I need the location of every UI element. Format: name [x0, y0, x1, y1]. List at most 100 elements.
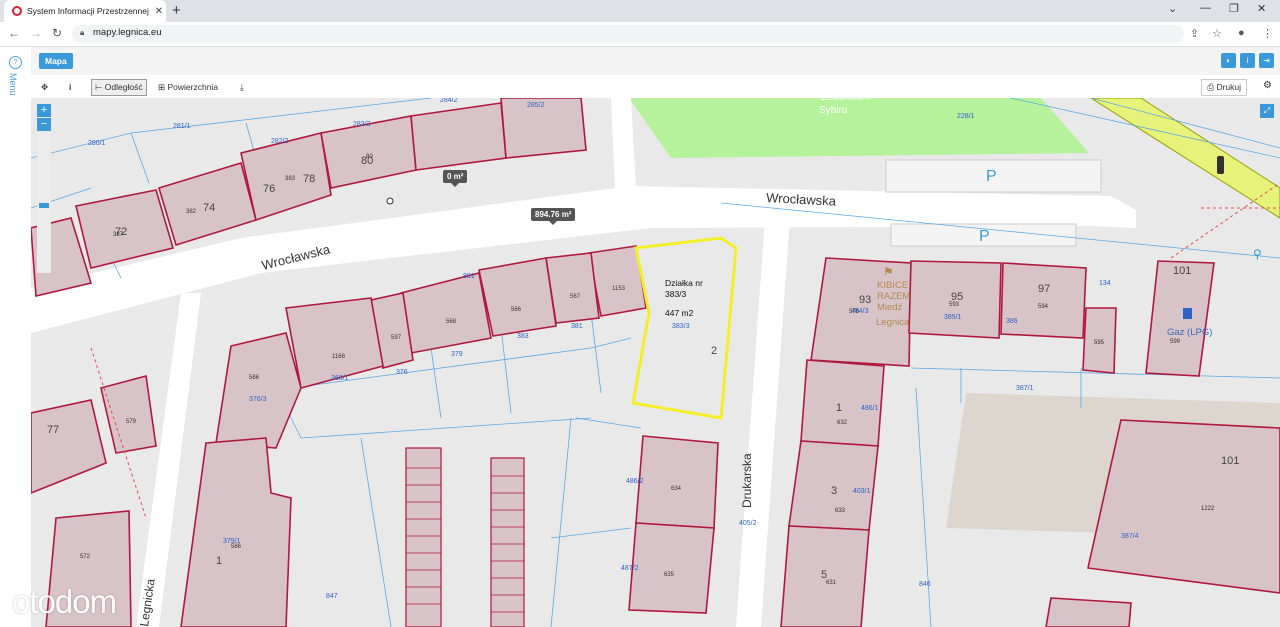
minimize-icon[interactable]: —	[1200, 2, 1211, 14]
building-id: 586	[231, 544, 242, 550]
building	[180, 437, 292, 627]
building	[628, 522, 715, 614]
left-menu-rail: ? Menu	[0, 47, 32, 627]
map-canvas[interactable]: Wrocławska Wrocławska Drukarska Legnicka…	[31, 98, 1280, 627]
close-window-icon[interactable]: ✕	[1257, 2, 1266, 15]
parcel-number: 281/1	[173, 123, 191, 130]
menu-label[interactable]: Menu	[8, 73, 18, 96]
building	[400, 272, 492, 354]
zoom-out-button[interactable]: −	[37, 118, 51, 131]
area-tool-button[interactable]: ⊞ Powierzchnia	[154, 79, 222, 96]
bookmark-star-icon[interactable]: ☆	[1212, 27, 1222, 40]
address-number: 1	[216, 555, 222, 567]
fullscreen-icon[interactable]: ⤢	[1260, 104, 1274, 118]
zoom-slider-handle[interactable]	[39, 203, 49, 208]
distance-tool-button[interactable]: ⊢ Odległość	[91, 79, 147, 96]
parcel-number: 376	[396, 369, 408, 376]
gas-station-icon	[1183, 308, 1192, 319]
tab-search-chevron-icon[interactable]: ⌄	[1168, 2, 1177, 15]
ruler-icon: ⊢	[95, 82, 105, 92]
parcel-number: 405/2	[739, 520, 757, 527]
road-north-branch	[611, 98, 636, 190]
building-id: 634	[671, 486, 682, 492]
parcel-number: 383	[517, 333, 529, 340]
address-number: 2	[711, 345, 717, 357]
parcel-number: 280/1	[88, 140, 106, 147]
building	[478, 257, 557, 337]
settings-gear-icon[interactable]: ⚙	[1263, 80, 1272, 91]
layers-icon[interactable]: ◐	[1221, 53, 1236, 68]
measure-point[interactable]	[386, 197, 394, 205]
parking-label-1: P	[986, 168, 997, 185]
parcel-number: 486/1	[861, 405, 879, 412]
help-icon[interactable]: ?	[9, 56, 22, 69]
login-icon[interactable]: ⇥	[1259, 53, 1274, 68]
measure-tooltip-area: 894.76 m²	[531, 208, 576, 225]
building-id: 579	[126, 419, 137, 425]
profile-avatar-icon[interactable]: ●	[1238, 27, 1245, 39]
address-number: 93	[859, 294, 871, 306]
mapa-button[interactable]: Mapa	[39, 53, 73, 69]
garage-row-2	[490, 457, 525, 627]
building-id: 1166	[332, 354, 346, 360]
identify-icon[interactable]: i	[65, 79, 75, 96]
map-toolbar: ✥ i ⊢ Odległość ⊞ Powierzchnia ⤓ ⎙ Druku…	[31, 75, 1280, 99]
address-number: 77	[47, 424, 59, 436]
building-id: 597	[391, 335, 402, 341]
building-id: 594	[1038, 304, 1049, 310]
building-id: 1222	[1201, 506, 1215, 512]
building-id: 387	[113, 232, 124, 238]
parcel-number: 847	[326, 593, 338, 600]
zoom-in-button[interactable]: +	[37, 104, 51, 117]
park-area	[629, 98, 1089, 158]
building-id: 567	[570, 294, 581, 300]
parcel-number: 387/1	[1016, 385, 1034, 392]
street-label-drukarska: Drukarska	[740, 453, 754, 508]
bicycle-icon: ⚲	[1253, 247, 1262, 261]
info-panel-icon[interactable]: i	[1240, 53, 1255, 68]
building-id: 593	[949, 302, 960, 308]
building	[100, 374, 157, 454]
plot-info-area: 447 m2	[665, 308, 694, 318]
back-icon[interactable]: ←	[8, 26, 20, 40]
omnibox[interactable]	[72, 25, 1184, 43]
address-number: 76	[263, 183, 275, 195]
road-drukarska	[736, 203, 791, 627]
tab-title: System Informacji Przestrzennej	[27, 6, 149, 16]
download-icon[interactable]: ⤓	[236, 79, 248, 96]
watermark-logo: otodom	[12, 583, 117, 620]
app-topbar: Mapa ◐ i ⇥	[31, 47, 1280, 76]
print-button[interactable]: ⎙ Drukuj	[1201, 79, 1247, 96]
reload-icon[interactable]: ↻	[52, 26, 62, 40]
forward-icon[interactable]: →	[30, 26, 42, 40]
address-number: 1	[836, 402, 842, 414]
browser-tab[interactable]: System Informacji Przestrzennej ✕	[4, 0, 166, 22]
close-tab-icon[interactable]: ✕	[152, 6, 166, 17]
parcel-number: 284/2	[440, 98, 458, 104]
map-svg: Wrocławska Wrocławska Drukarska Legnicka…	[31, 98, 1280, 627]
plot-info-number: 383/3	[665, 289, 687, 299]
parcel-number: 891	[463, 273, 475, 280]
url-text[interactable]: mapy.legnica.eu	[93, 27, 161, 38]
parcel-number: 368/1	[331, 375, 349, 382]
address-number: 74	[203, 202, 215, 214]
address-bar-row: ← → ↻ 🔒︎ mapy.legnica.eu ⇪ ☆ ● ⋮	[0, 22, 1280, 47]
pan-icon[interactable]: ✥	[37, 79, 52, 96]
building-id: 599	[1170, 339, 1181, 345]
plot-info-title: Działka nr	[665, 278, 703, 288]
building	[1145, 260, 1215, 377]
browser-menu-icon[interactable]: ⋮	[1262, 27, 1273, 40]
restore-icon[interactable]: ❐	[1229, 2, 1239, 15]
lock-icon[interactable]: 🔒︎	[80, 28, 84, 38]
browser-tabbar: System Informacji Przestrzennej ✕ + ⌄ — …	[0, 0, 1280, 22]
building	[800, 359, 885, 447]
sports-club-icon: ⚑	[883, 265, 894, 279]
new-tab-button[interactable]: +	[172, 2, 181, 20]
building-id: 383	[285, 176, 296, 182]
share-icon[interactable]: ⇪	[1190, 27, 1199, 40]
parcel-number: 385/1	[944, 314, 962, 321]
address-number: 101	[1173, 265, 1191, 277]
zoom-slider[interactable]	[37, 133, 51, 273]
distance-tool-label: Odległość	[104, 82, 143, 92]
parcel-number: 486/2	[626, 478, 644, 485]
